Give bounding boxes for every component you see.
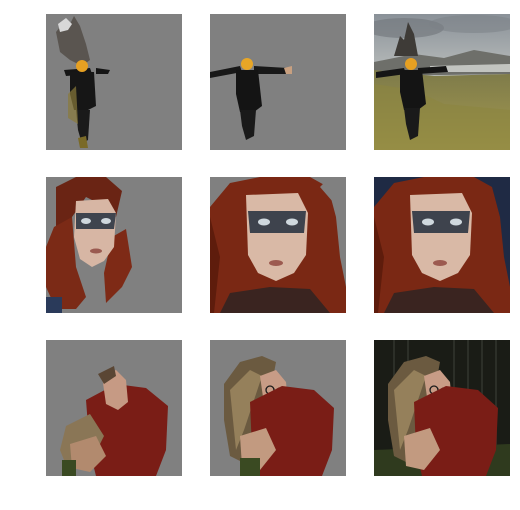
red-shirt-woman-mask-tight <box>210 340 346 476</box>
tile-r2-c2-mask <box>210 177 346 313</box>
tile-r1-c2-mask <box>210 14 346 150</box>
hiker-mask-sparse <box>46 14 182 150</box>
tile-r3-c2-mask <box>210 340 346 476</box>
red-shirt-woman-photo <box>374 340 510 476</box>
hiker-photo <box>374 14 510 150</box>
tile-r2-c3-photo <box>374 177 510 313</box>
woman-portrait-mask-tight <box>210 177 346 313</box>
hiker-mask-tight <box>210 14 346 150</box>
woman-portrait-mask-sparse <box>46 177 182 313</box>
woman-portrait-photo <box>374 177 510 313</box>
tile-r2-c1-mask <box>46 177 182 313</box>
tile-r1-c3-photo <box>374 14 510 150</box>
tile-r3-c3-photo <box>374 340 510 476</box>
tile-r3-c1-mask <box>46 340 182 476</box>
red-shirt-woman-mask-sparse <box>46 340 182 476</box>
tile-r1-c1-mask <box>46 14 182 150</box>
